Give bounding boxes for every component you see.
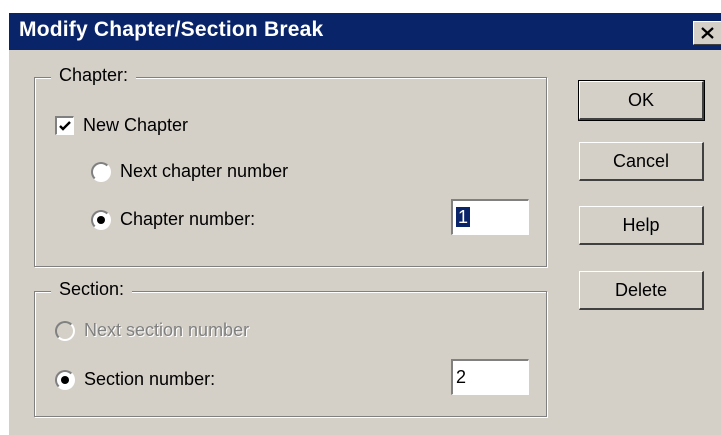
close-icon bbox=[701, 27, 714, 39]
close-button[interactable] bbox=[693, 21, 721, 45]
chapter-group-label: Chapter: bbox=[51, 65, 137, 86]
chapter-number-value: 1 bbox=[456, 207, 471, 227]
next-section-label: Next section number bbox=[84, 320, 250, 340]
section-number-value: 2 bbox=[456, 367, 467, 387]
dialog-title: Modify Chapter/Section Break bbox=[19, 18, 324, 41]
next-section-radio-row: Next section number bbox=[55, 320, 249, 341]
section-group: Section: bbox=[34, 279, 547, 417]
chapter-number-radio[interactable] bbox=[91, 209, 111, 230]
section-group-label: Section: bbox=[51, 279, 133, 300]
new-chapter-label: New Chapter bbox=[83, 115, 189, 135]
next-chapter-radio[interactable] bbox=[91, 161, 111, 182]
radio-selected-dot bbox=[61, 375, 69, 384]
ok-button[interactable]: OK bbox=[578, 80, 705, 121]
chapter-number-input[interactable]: 1 bbox=[451, 199, 529, 235]
next-chapter-radio-row[interactable]: Next chapter number bbox=[91, 161, 288, 182]
chapter-number-radio-row[interactable]: Chapter number: bbox=[91, 209, 255, 230]
next-section-radio bbox=[55, 320, 75, 341]
chapter-number-label: Chapter number: bbox=[120, 209, 256, 229]
new-chapter-checkbox[interactable] bbox=[55, 116, 74, 135]
check-icon bbox=[59, 121, 71, 131]
section-number-label: Section number: bbox=[84, 369, 216, 389]
modify-chapter-section-break-dialog: Modify Chapter/Section Break Chapter: Ne… bbox=[8, 13, 721, 435]
title-bar[interactable]: Modify Chapter/Section Break bbox=[9, 13, 721, 50]
radio-selected-dot bbox=[97, 215, 105, 224]
new-chapter-checkbox-row[interactable]: New Chapter bbox=[55, 115, 188, 136]
help-button[interactable]: Help bbox=[579, 206, 704, 245]
next-chapter-label: Next chapter number bbox=[120, 161, 289, 181]
section-number-radio-row[interactable]: Section number: bbox=[55, 369, 215, 390]
delete-button[interactable]: Delete bbox=[579, 271, 704, 310]
section-number-input[interactable]: 2 bbox=[451, 359, 529, 395]
section-number-radio[interactable] bbox=[55, 369, 75, 390]
cancel-button[interactable]: Cancel bbox=[579, 142, 704, 181]
